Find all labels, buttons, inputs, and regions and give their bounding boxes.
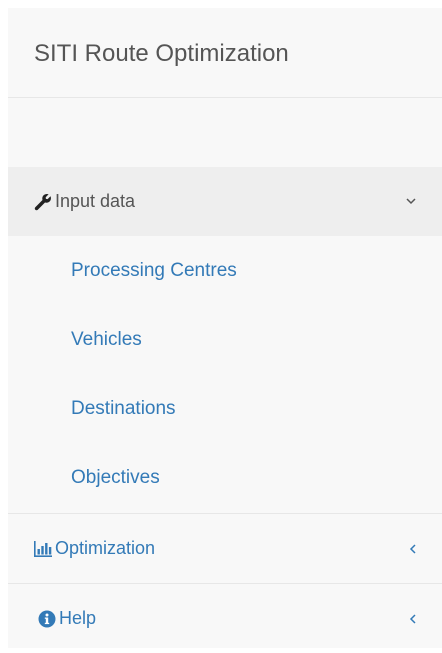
menu-link-input-data[interactable]: Input data bbox=[34, 167, 135, 236]
menu-label-optimization: Optimization bbox=[55, 538, 156, 558]
chevron-left-icon[interactable] bbox=[409, 514, 416, 583]
submenu-link[interactable]: Vehicles bbox=[71, 305, 142, 374]
submenu-link[interactable]: Objectives bbox=[71, 443, 160, 512]
submenu-link[interactable]: Processing Centres bbox=[71, 236, 237, 305]
bar-chart-icon bbox=[34, 540, 52, 557]
menu-label-help: Help bbox=[59, 608, 97, 628]
menu-item-optimization[interactable]: Optimization bbox=[8, 513, 442, 582]
chevron-left-icon[interactable] bbox=[409, 584, 416, 653]
brand-title[interactable]: SITI Route Optimization bbox=[34, 39, 289, 69]
submenu-item-objectives[interactable]: Objectives bbox=[8, 443, 442, 512]
menu-link-help[interactable]: Help bbox=[38, 584, 96, 653]
chevron-down-icon[interactable] bbox=[406, 167, 416, 236]
menu-item-input-data[interactable]: Input data bbox=[8, 167, 442, 236]
submenu-item-vehicles[interactable]: Vehicles bbox=[8, 305, 442, 374]
submenu-link[interactable]: Destinations bbox=[71, 374, 176, 443]
menu-item-help[interactable]: Help bbox=[8, 583, 442, 652]
menu-label-input-data: Input data bbox=[55, 191, 136, 211]
sidebar: SITI Route Optimization Input data Proce… bbox=[8, 8, 442, 648]
submenu-item-processing-centres[interactable]: Processing Centres bbox=[8, 236, 442, 305]
menu-link-optimization[interactable]: Optimization bbox=[34, 514, 155, 583]
brand-header: SITI Route Optimization bbox=[8, 8, 442, 98]
wrench-icon bbox=[34, 193, 52, 211]
submenu-item-destinations[interactable]: Destinations bbox=[8, 374, 442, 443]
info-circle-icon bbox=[38, 610, 56, 628]
